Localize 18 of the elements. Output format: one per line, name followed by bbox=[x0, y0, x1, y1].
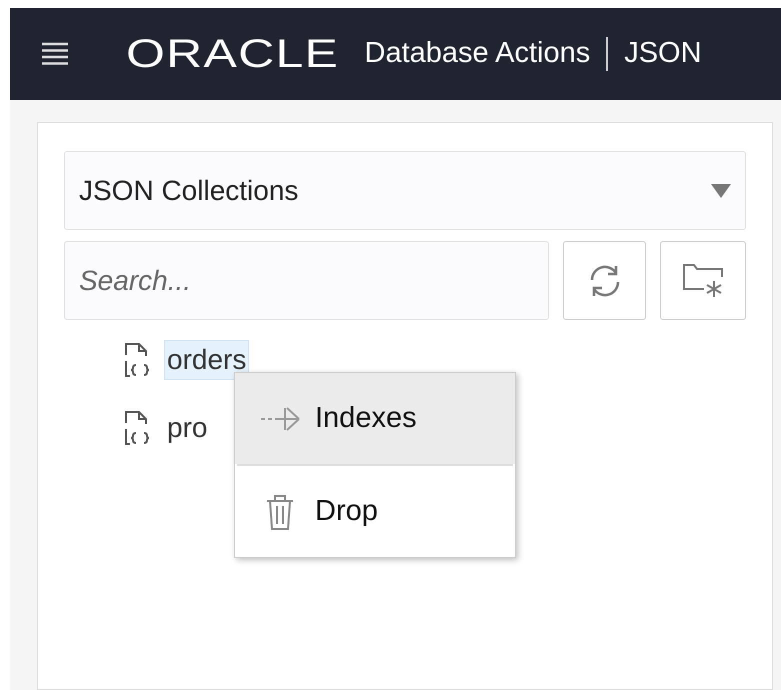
menu-item-label: Indexes bbox=[315, 400, 417, 436]
collection-type-dropdown[interactable]: JSON Collections bbox=[64, 151, 746, 230]
refresh-button[interactable] bbox=[563, 241, 646, 320]
menu-item[interactable]: Drop bbox=[235, 466, 515, 557]
dropdown-caret-icon bbox=[711, 184, 731, 198]
folder-star-icon bbox=[682, 262, 724, 298]
page-title: Database Actions bbox=[364, 36, 590, 72]
menu-item[interactable]: Indexes bbox=[235, 373, 515, 464]
menu-icon[interactable] bbox=[42, 41, 68, 67]
menu-item-label: Drop bbox=[315, 494, 378, 529]
trash-icon bbox=[265, 492, 295, 530]
collection-item[interactable]: pro bbox=[164, 408, 210, 448]
section-title: JSON bbox=[624, 36, 702, 72]
search-field[interactable]: Search... bbox=[64, 241, 549, 320]
new-collection-button[interactable] bbox=[660, 241, 746, 320]
logo: ORACLE bbox=[126, 34, 340, 74]
collection-item[interactable]: orders bbox=[164, 340, 250, 380]
index-icon bbox=[259, 406, 301, 432]
